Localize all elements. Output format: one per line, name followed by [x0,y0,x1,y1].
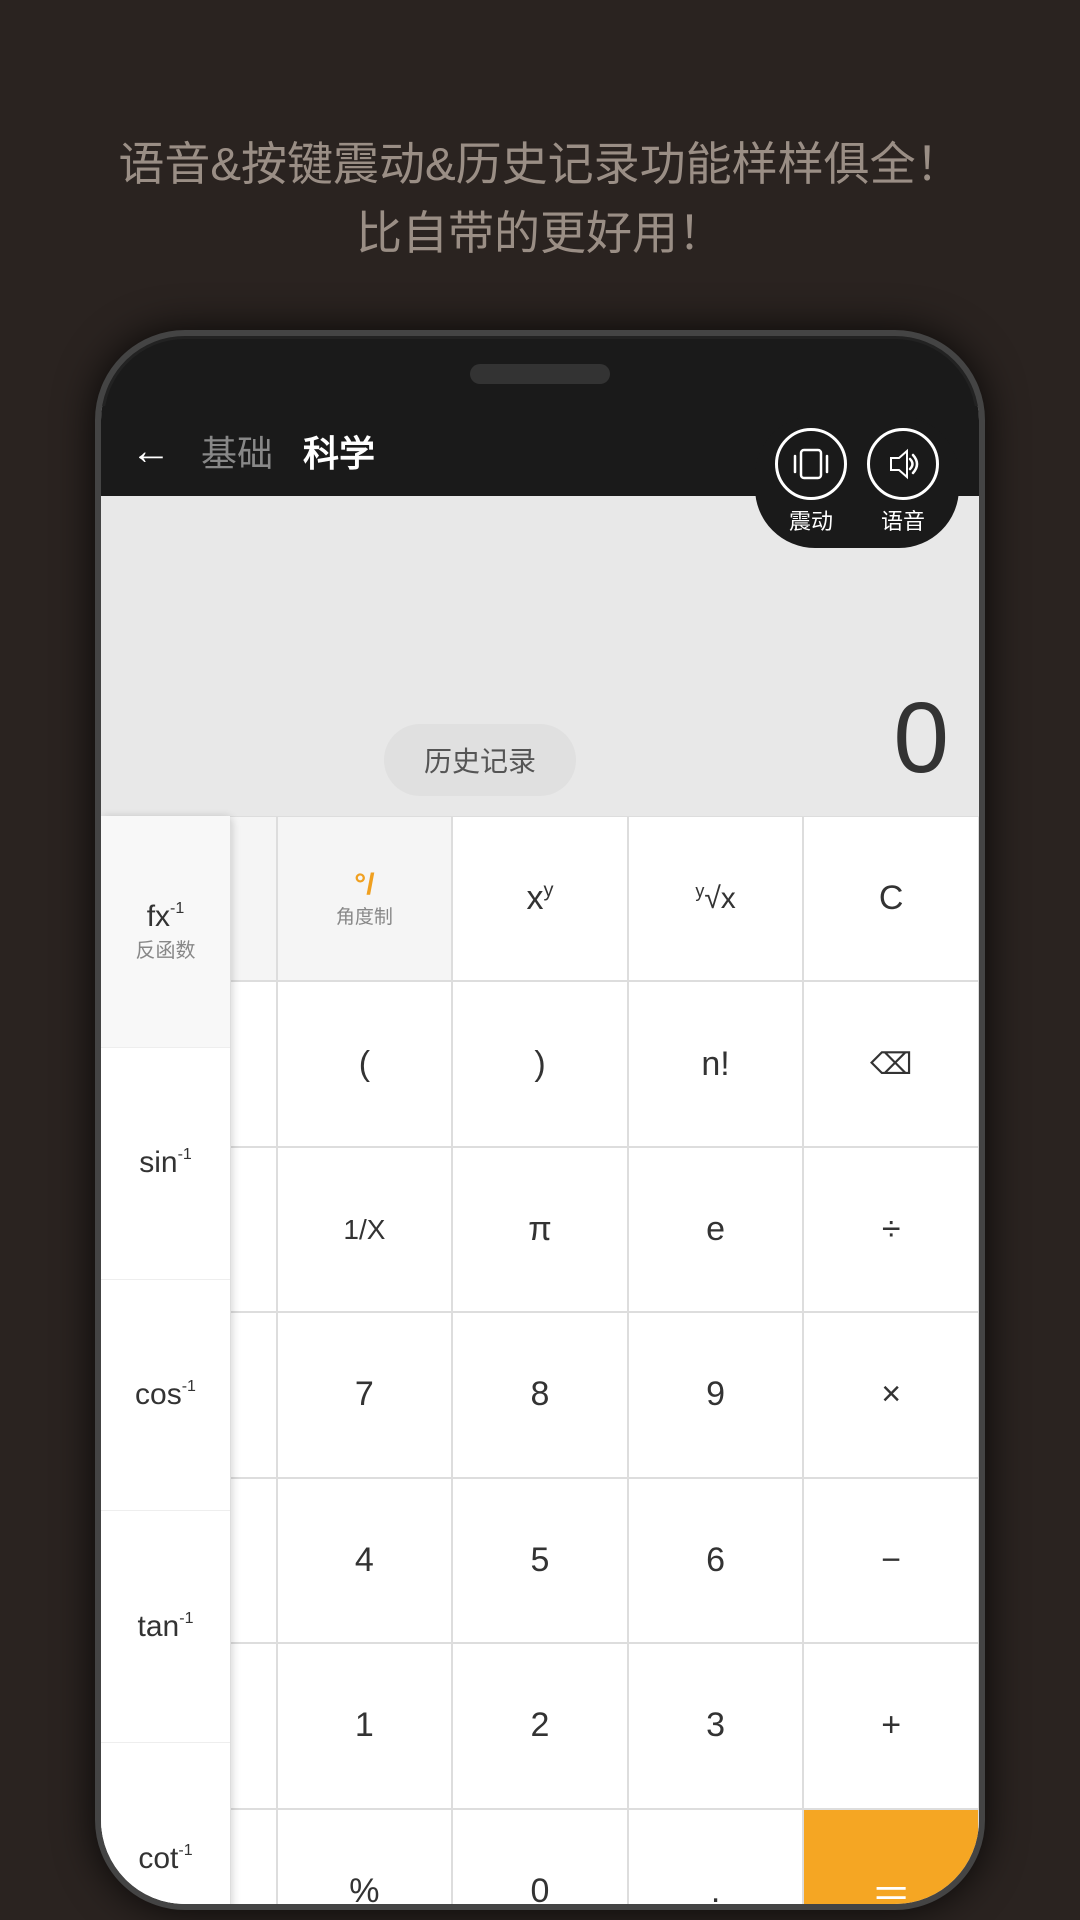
btn-multiply[interactable]: × [803,1312,979,1477]
btn-backspace[interactable]: ⌫ [803,981,979,1146]
keyboard-row-5: cot 4 5 6 − [101,1478,979,1643]
keyboard-row-7: lg % 0 . ＝ [101,1809,979,1910]
inv-item-tan[interactable]: tan -1 [101,1511,230,1743]
btn-equals[interactable]: ＝ [803,1809,979,1910]
inv-cot-main: cot [138,1842,178,1876]
btn-5[interactable]: 5 [452,1478,628,1643]
btn-angle[interactable]: °/ 角度制 [277,816,453,981]
inv-item-cos[interactable]: cos -1 [101,1280,230,1512]
inv-cos-super: -1 [182,1378,196,1396]
inv-item-sin[interactable]: sin -1 [101,1048,230,1280]
keyboard-row-2: sin ( ) n! ⌫ [101,981,979,1146]
btn-clear[interactable]: C [803,816,979,981]
btn-8[interactable]: 8 [452,1312,628,1477]
vibrate-label: 震动 [789,504,833,536]
sound-label: 语音 [881,504,925,536]
inv-tan-main: tan [138,1610,180,1644]
btn-subtract[interactable]: − [803,1478,979,1643]
phone-frame: ← 基础 科学 震动 [95,330,985,1910]
btn-7[interactable]: 7 [277,1312,453,1477]
inv-cot-super: -1 [178,1842,192,1860]
btn-close-paren[interactable]: ) [452,981,628,1146]
back-button[interactable]: ← [131,429,171,474]
btn-reciprocal[interactable]: 1/X [277,1147,453,1312]
btn-0[interactable]: 0 [452,1809,628,1910]
btn-4[interactable]: 4 [277,1478,453,1643]
inv-fx-sub: 反函数 [136,934,196,963]
display-value: 0 [893,681,949,796]
sound-icon-circle [867,428,939,500]
promo-text-block: 语音&按键震动&历史记录功能样样俱全！ 比自带的更好用！ [0,130,1080,268]
btn-nthroot[interactable]: y√x [628,816,804,981]
header-bar: ← 基础 科学 震动 [101,406,979,496]
vibrate-icon-circle [775,428,847,500]
keyboard-row-3: cos 1/X π e ÷ [101,1147,979,1312]
tab-science[interactable]: 科学 [303,425,375,477]
btn-3[interactable]: 3 [628,1643,804,1808]
inv-fx-main: fx [147,900,170,934]
btn-1[interactable]: 1 [277,1643,453,1808]
inverse-panel: fx -1 反函数 sin -1 cos -1 [101,816,231,1910]
btn-divide[interactable]: ÷ [803,1147,979,1312]
inv-tan-super: -1 [179,1610,193,1628]
tab-basic[interactable]: 基础 [201,425,273,477]
phone-speaker [470,364,610,384]
btn-euler[interactable]: e [628,1147,804,1312]
keyboard-row-4: tan 7 8 9 × [101,1312,979,1477]
inv-item-fx[interactable]: fx -1 反函数 [101,816,230,1048]
btn-add[interactable]: + [803,1643,979,1808]
keyboard-row-6: ln 1 2 3 + [101,1643,979,1808]
btn-open-paren[interactable]: ( [277,981,453,1146]
inv-sin-super: -1 [178,1146,192,1164]
promo-line2: 比自带的更好用！ [60,199,1020,268]
inv-cos-main: cos [135,1378,182,1412]
btn-9[interactable]: 9 [628,1312,804,1477]
inv-sin-main: sin [139,1146,177,1180]
keyboard-grid: fx 函数 °/ 角度制 xy y√x C [101,816,979,1910]
inv-item-cot[interactable]: cot -1 [101,1743,230,1910]
keyboard-section: fx -1 反函数 sin -1 cos -1 [101,816,979,1910]
settings-popup: 震动 语音 [755,416,959,548]
promo-line1: 语音&按键震动&历史记录功能样样俱全！ [60,130,1020,199]
btn-power[interactable]: xy [452,816,628,981]
btn-factorial[interactable]: n! [628,981,804,1146]
btn-decimal[interactable]: . [628,1809,804,1910]
vibrate-setting[interactable]: 震动 [775,428,847,536]
history-button[interactable]: 历史记录 [384,724,576,796]
btn-percent[interactable]: % [277,1809,453,1910]
keyboard-row-1: fx 函数 °/ 角度制 xy y√x C [101,816,979,981]
btn-6[interactable]: 6 [628,1478,804,1643]
btn-pi[interactable]: π [452,1147,628,1312]
sound-setting[interactable]: 语音 [867,428,939,536]
btn-2[interactable]: 2 [452,1643,628,1808]
phone-side-button [981,616,985,696]
inv-fx-super: -1 [170,900,184,918]
